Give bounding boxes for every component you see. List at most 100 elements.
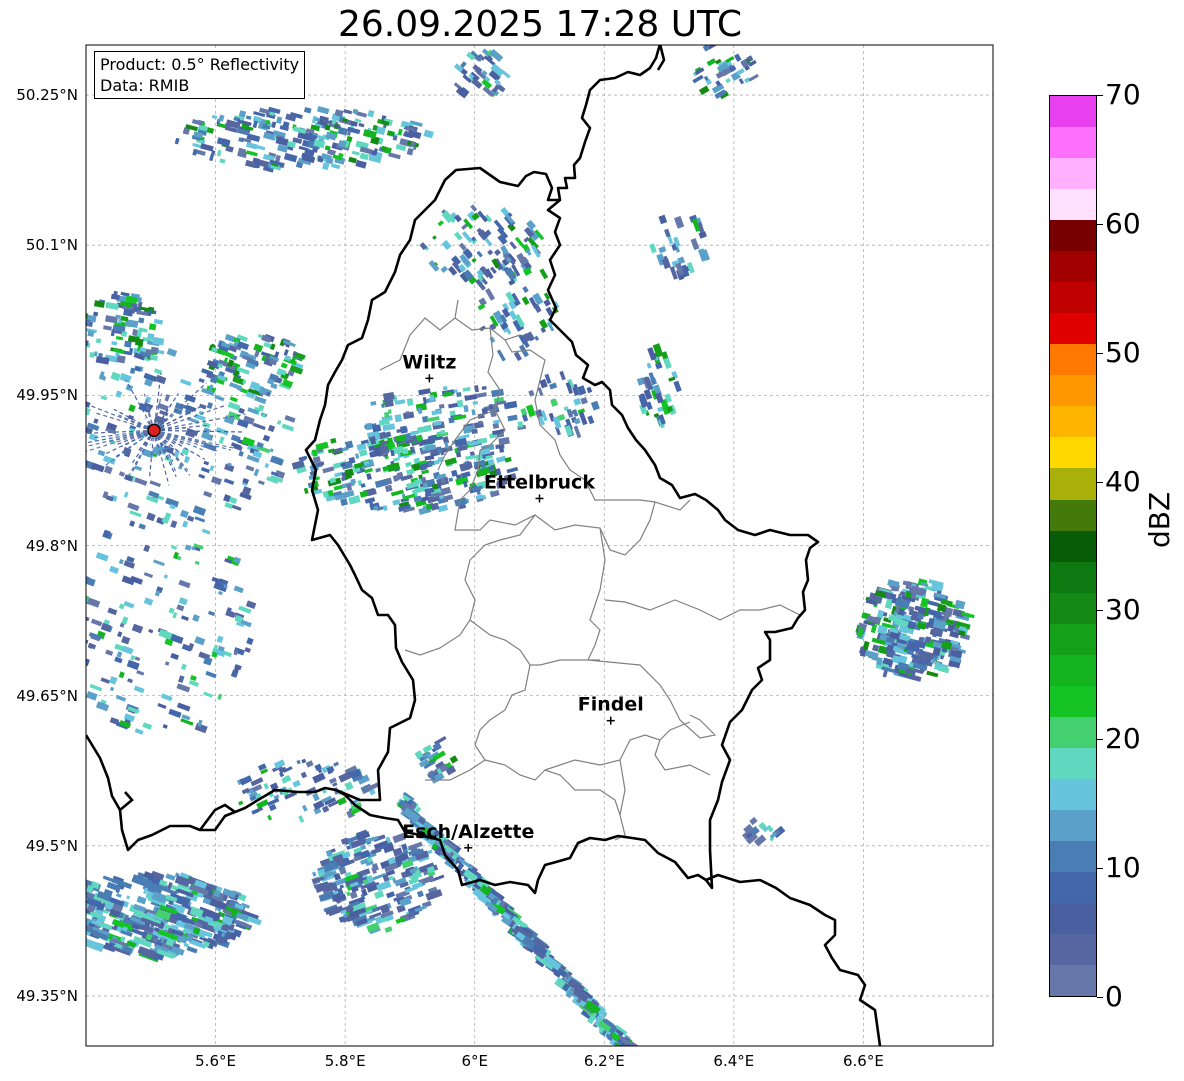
clutter-ray <box>154 429 243 433</box>
echo-pixel <box>656 1076 672 1081</box>
echo-pixel <box>509 241 517 250</box>
echo-pixel <box>162 724 168 729</box>
echo-pixel <box>538 318 549 330</box>
echo-pixel <box>238 800 244 806</box>
echo-pixel <box>348 156 357 164</box>
echo-pixel <box>116 651 123 658</box>
echo-pixel <box>87 642 97 650</box>
echo-pixel <box>669 266 679 280</box>
colorbar-bin <box>1050 809 1096 841</box>
echo-pixel <box>428 260 440 272</box>
echo-pixel <box>275 154 281 163</box>
colorbar-tick-mark <box>1097 223 1103 225</box>
echo-pixel <box>90 462 105 473</box>
echo-pixel <box>116 355 126 364</box>
echo-pixel <box>86 690 98 701</box>
echo-pixel <box>299 456 306 462</box>
echo-pixel <box>374 890 385 900</box>
echo-pixel <box>673 380 682 393</box>
echo-pixel <box>109 717 120 725</box>
colorbar-bin <box>1050 313 1096 345</box>
echo-pixel <box>267 424 276 433</box>
echo-pixel <box>114 656 123 664</box>
echo-pixel <box>474 385 480 393</box>
echo-pixel <box>127 678 133 684</box>
echo-pixel <box>227 401 241 411</box>
city-marker: Ettelbruck <box>484 471 595 503</box>
echo-pixel <box>61 913 77 925</box>
echo-pixel <box>223 478 235 486</box>
echo-pixel <box>440 265 448 274</box>
echo-pixel <box>134 728 144 735</box>
echo-pixel <box>426 416 440 422</box>
echo-pixel <box>659 1075 673 1081</box>
echo-pixel <box>351 150 360 156</box>
echo-pixel <box>238 450 244 457</box>
colorbar-bin <box>1050 561 1096 593</box>
echo-pixel <box>254 395 267 405</box>
echo-pixel <box>305 760 314 768</box>
colorbar <box>1049 95 1097 997</box>
echo-pixel <box>491 388 505 398</box>
echo-pixel <box>87 330 95 337</box>
echo-pixel <box>580 397 588 405</box>
echo-pixel <box>86 938 105 953</box>
echo-pixel <box>549 382 558 390</box>
echo-pixel <box>105 301 119 310</box>
echo-pixel <box>646 362 652 369</box>
echo-pixel <box>90 618 103 627</box>
echo-pixel <box>456 391 462 398</box>
echo-pixel <box>86 636 89 645</box>
radar-map[interactable]: Wiltz Ettelbruck Findel Esch/Alzette <box>0 0 1184 1081</box>
colorbar-tick-mark <box>1097 481 1103 483</box>
echo-pixel <box>179 509 189 519</box>
echo-pixel <box>109 686 115 692</box>
colorbar-tick-label: 20 <box>1105 722 1141 756</box>
echo-pixel <box>138 317 145 324</box>
echo-pixel <box>68 917 76 924</box>
colorbar-tick-mark <box>1097 739 1103 741</box>
colorbar-bin <box>1050 406 1096 438</box>
echo-pixel <box>168 708 182 718</box>
echo-pixel <box>920 597 930 608</box>
echo-pixel <box>68 916 80 924</box>
echo-pixel <box>517 421 524 428</box>
echo-pixel <box>330 437 337 444</box>
echo-pixel <box>146 512 156 522</box>
echo-pixel <box>658 246 667 254</box>
echo-pixel <box>86 657 90 667</box>
echo-pixel <box>121 635 131 645</box>
echo-pixel <box>312 792 320 802</box>
colorbar-bin <box>1050 158 1096 190</box>
lon-tick-label: 5.8°E <box>324 1052 366 1070</box>
echo-pixel <box>283 349 289 357</box>
echo-pixel <box>93 311 99 317</box>
echo-pixel <box>56 907 77 920</box>
echo-pixel <box>118 559 124 565</box>
echo-pixel <box>460 471 471 479</box>
echo-pixel <box>117 631 123 638</box>
echo-pixel <box>663 357 672 370</box>
echo-pixel <box>115 390 123 398</box>
echo-pixel <box>296 759 301 765</box>
echo-pixel <box>170 652 180 661</box>
colorbar-bin <box>1050 654 1096 686</box>
echo-pixel <box>384 411 390 419</box>
echo-pixel <box>110 293 120 301</box>
echo-pixel <box>321 805 330 813</box>
colorbar-bin <box>1050 778 1096 810</box>
echo-pixel <box>461 231 473 243</box>
echo-pixel <box>327 148 337 156</box>
echo-pixel <box>664 228 671 238</box>
echo-pixel <box>192 505 207 516</box>
echo-pixel <box>143 544 151 553</box>
colorbar-bin <box>1050 902 1096 934</box>
echo-pixel <box>165 873 176 881</box>
echo-pixel <box>330 163 341 170</box>
echo-pixel <box>65 892 81 903</box>
colorbar-tick-label: 40 <box>1105 464 1141 498</box>
echo-pixel <box>102 875 114 882</box>
echo-pixel <box>200 467 210 474</box>
echo-pixel <box>76 414 81 421</box>
colorbar-bin <box>1050 127 1096 159</box>
